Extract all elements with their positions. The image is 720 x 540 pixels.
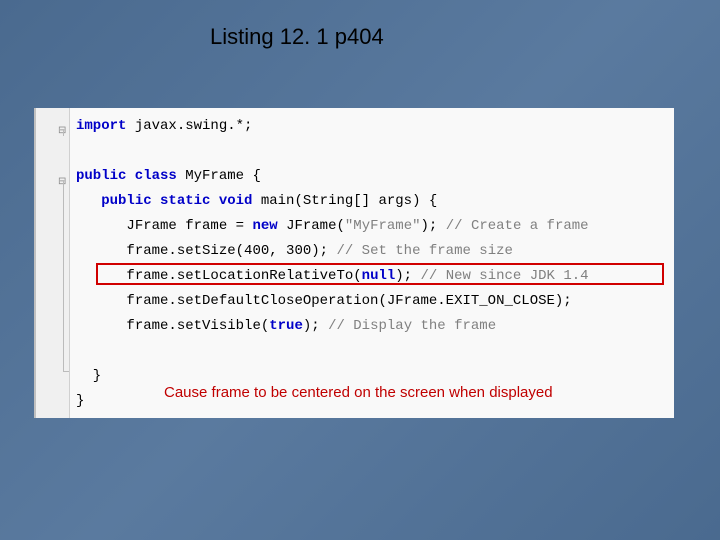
fold-line-end xyxy=(63,371,69,372)
code-text: MyFrame { xyxy=(177,168,261,184)
keyword: public class xyxy=(76,168,177,184)
code-line: public static void main(String[] args) { xyxy=(76,189,589,214)
code-line: JFrame frame = new JFrame("MyFrame"); //… xyxy=(76,214,589,239)
comment: // Display the frame xyxy=(328,318,496,334)
comment: // Set the frame size xyxy=(336,243,512,259)
code-line: frame.setLocationRelativeTo(null); // Ne… xyxy=(76,264,589,289)
code-lines: import javax.swing.*; public class MyFra… xyxy=(76,114,589,414)
keyword: import xyxy=(76,118,126,134)
keyword: public static void xyxy=(101,193,252,209)
keyword: true xyxy=(269,318,303,334)
annotation-caption: Cause frame to be centered on the screen… xyxy=(164,380,553,405)
code-line xyxy=(76,339,589,364)
string-literal: "MyFrame" xyxy=(345,218,421,234)
fold-line xyxy=(63,130,64,136)
code-text: JFrame( xyxy=(278,218,345,234)
fold-line xyxy=(63,181,64,371)
code-text: frame.setLocationRelativeTo( xyxy=(126,268,361,284)
comment: // Create a frame xyxy=(446,218,589,234)
comment: // New since JDK 1.4 xyxy=(421,268,589,284)
code-text: (String[] args) { xyxy=(294,193,437,209)
code-text: ); xyxy=(421,218,446,234)
code-line: import javax.swing.*; xyxy=(76,114,589,139)
slide-title: Listing 12. 1 p404 xyxy=(210,24,384,50)
code-text: javax.swing.*; xyxy=(126,118,252,134)
code-line xyxy=(76,139,589,164)
code-text: main xyxy=(252,193,294,209)
code-line: public class MyFrame { xyxy=(76,164,589,189)
keyword: new xyxy=(252,218,277,234)
code-panel: ⊟ ⊟ import javax.swing.*; public class M… xyxy=(34,108,674,418)
code-line: frame.setVisible(true); // Display the f… xyxy=(76,314,589,339)
code-text: ); xyxy=(303,318,328,334)
code-text: frame.setDefaultCloseOperation(JFrame.EX… xyxy=(126,293,571,309)
keyword: null xyxy=(362,268,396,284)
code-text: ); xyxy=(395,268,420,284)
code-text: frame.setVisible( xyxy=(126,318,269,334)
code-line: frame.setDefaultCloseOperation(JFrame.EX… xyxy=(76,289,589,314)
code-gutter: ⊟ ⊟ xyxy=(36,108,70,418)
code-line: frame.setSize(400, 300); // Set the fram… xyxy=(76,239,589,264)
code-text: frame.setSize(400, 300); xyxy=(126,243,336,259)
code-text: JFrame frame = xyxy=(126,218,252,234)
